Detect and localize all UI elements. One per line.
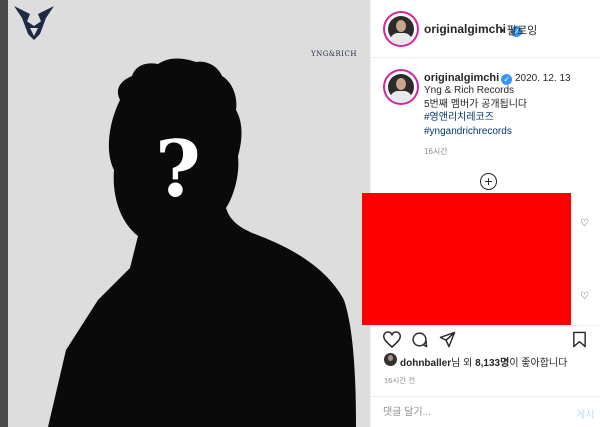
yng-rich-logo-icon [14, 6, 54, 40]
comment-like-heart-icon[interactable]: ♡ [580, 219, 590, 229]
caption-avatar[interactable] [385, 71, 417, 103]
post-comment-button[interactable]: 게시 [576, 406, 594, 421]
likes-text[interactable]: dohnballer님 외 8,133명이 좋아합니다 [400, 354, 567, 369]
comment-like-heart-icon[interactable]: ♡ [580, 292, 590, 302]
caption-line-1: Yng & Rich Records [424, 85, 515, 96]
likes-middle-text: 님 외 [451, 358, 476, 369]
silhouette-graphic: ? [48, 58, 356, 427]
brand-logo-text: YNG&RICH [310, 50, 358, 58]
question-mark: ? [155, 124, 201, 215]
load-more-comments-icon[interactable]: + [480, 173, 497, 190]
following-button[interactable]: 팔로잉 [507, 25, 537, 37]
caption-text: Yng & Rich Records 5번째 멤버가 공개됩니다 #영앤리치레코… [424, 84, 527, 138]
caption-time: 16시간 [424, 147, 448, 156]
separator-dot: • [500, 25, 504, 37]
comment-icon[interactable] [411, 331, 428, 348]
username-text[interactable]: originalgimchi [424, 22, 506, 36]
bookmark-icon[interactable] [572, 331, 587, 348]
action-bar [371, 325, 600, 351]
post-timestamp[interactable]: 16시간 전 [384, 375, 415, 386]
caption-username[interactable]: originalgimchi [424, 72, 499, 84]
hashtag-link[interactable]: #영앤리치레코즈 [424, 111, 527, 125]
backdrop [0, 0, 8, 427]
liker-avatar[interactable] [384, 353, 397, 366]
caption-line-2: 5번째 멤버가 공개됩니다 [424, 98, 528, 110]
caption-date: 2020. 12. 13 [514, 73, 571, 84]
likes-suffix-text: 이 좋아합니다 [509, 358, 568, 369]
post-header: originalgimchi ✓ • 팔로잉 [371, 0, 600, 58]
comment-input[interactable] [383, 404, 563, 420]
author-avatar[interactable] [385, 13, 417, 45]
comment-bar: 게시 [371, 396, 600, 427]
liker-username[interactable]: dohnballer [400, 358, 451, 369]
redaction-block [362, 193, 571, 325]
post-image: ? YNG&RICH [8, 0, 370, 427]
follow-status[interactable]: • 팔로잉 [500, 22, 537, 38]
share-icon[interactable] [439, 331, 456, 348]
hashtag-link[interactable]: #yngandrichrecords [424, 125, 527, 139]
heart-icon[interactable] [383, 331, 401, 348]
likes-count[interactable]: 8,133명 [475, 358, 509, 369]
